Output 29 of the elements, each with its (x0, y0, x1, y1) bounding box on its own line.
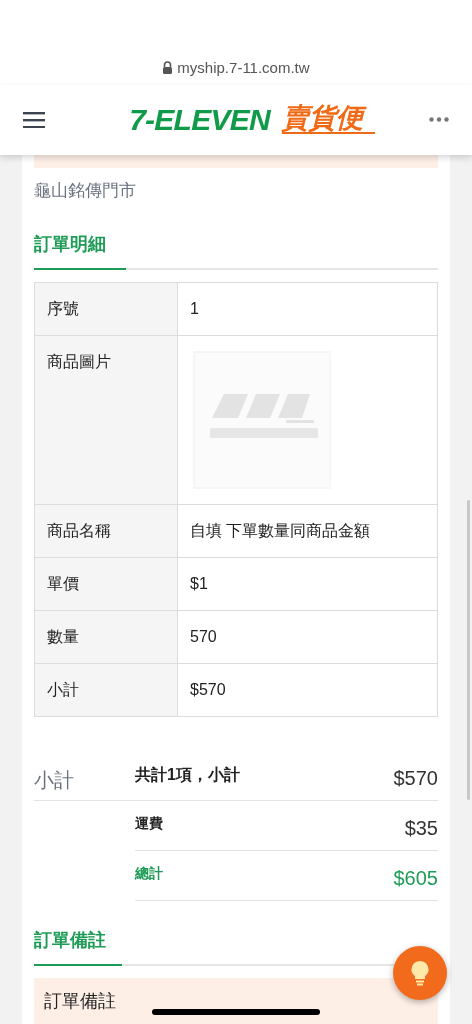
summary-amount: $570 (393, 766, 438, 791)
table-cell-text: 570 (189, 627, 218, 647)
summary-label: 共計1項，小計 (135, 765, 240, 785)
summary-label: 總計 (135, 864, 163, 883)
section-title: 訂單明細 (34, 231, 126, 270)
table-cell-text: 1 (189, 299, 200, 319)
table-label-cell: 序號 (35, 283, 178, 335)
lightbulb-icon (410, 960, 430, 986)
summary-title: 小計 (34, 768, 75, 793)
table-label-cell: 商品名稱 (35, 505, 178, 557)
table-label-cell: 商品圖片 (35, 336, 178, 504)
url-text[interactable]: myship.7-11.com.tw (177, 56, 310, 80)
table-label-cell: 小計 (35, 664, 178, 716)
table-label-cell: 單價 (35, 558, 178, 610)
table-cell-text: 自填 下單數量同商品金額 (189, 521, 372, 541)
table-label-cell: 數量 (35, 611, 178, 663)
summary-amount: $605 (393, 866, 438, 891)
menu-icon[interactable] (23, 111, 45, 128)
service-logo: 賣貨便 (281, 105, 375, 135)
brand-logo: 7-ELEVEN (129, 104, 270, 135)
note-box-label: 訂單備註 (44, 989, 116, 1013)
table-cell-text: $570 (189, 680, 227, 700)
lock-icon (162, 61, 174, 75)
section-title: 訂單備註 (34, 927, 122, 966)
summary-amount: $35 (404, 816, 438, 841)
more-icon[interactable] (429, 117, 449, 123)
summary-label: 運費 (135, 814, 163, 833)
table-cell-text: $1 (189, 574, 209, 594)
store-name: 龜山銘傳門市 (34, 179, 137, 202)
